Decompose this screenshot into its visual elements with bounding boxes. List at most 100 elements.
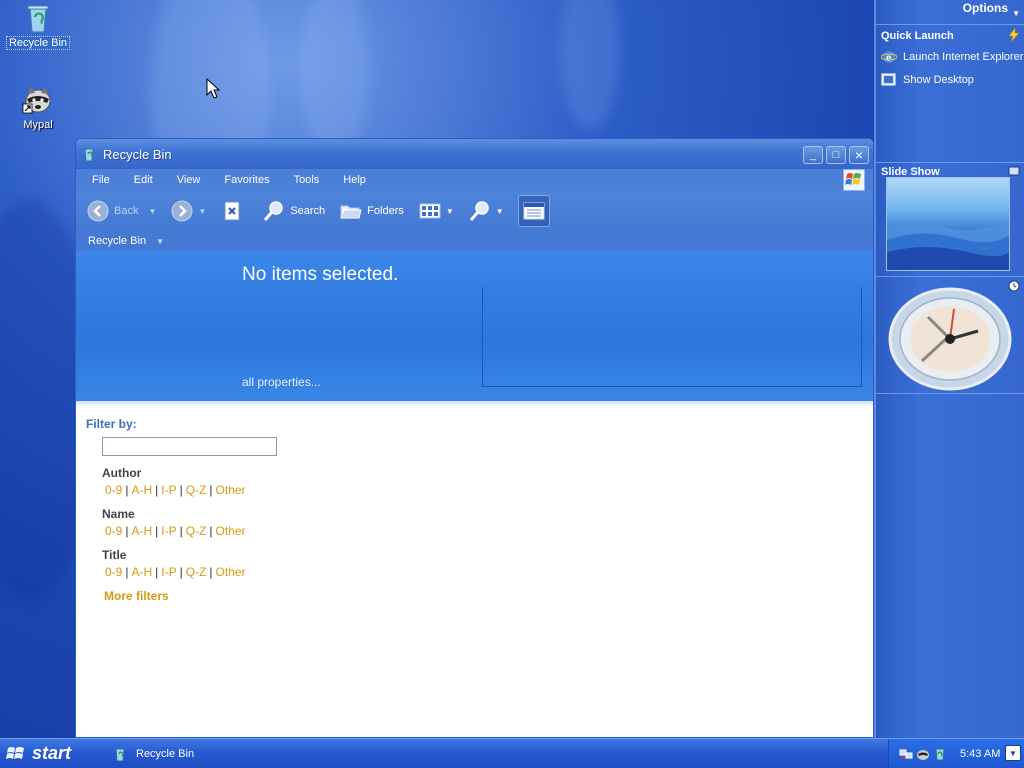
clock-section	[876, 276, 1024, 394]
filter-link[interactable]: 0-9	[102, 483, 125, 497]
menu-edit[interactable]: Edit	[134, 174, 153, 186]
folders-icon	[340, 205, 362, 219]
quick-launch-title: Quick Launch	[881, 30, 954, 42]
taskbar-item-label: Recycle Bin	[136, 747, 195, 760]
filter-link[interactable]: Other	[213, 524, 249, 538]
folders-button[interactable]: Folders	[339, 199, 404, 223]
filter-link[interactable]: I-P	[158, 565, 179, 579]
filter-link[interactable]: A-H	[128, 524, 155, 538]
menu-bar: File Edit View Favorites Tools Help	[76, 169, 873, 191]
details-pane: No items selected. all properties...	[76, 251, 873, 401]
folders-label: Folders	[367, 205, 404, 217]
selection-status: No items selected.	[242, 264, 399, 285]
magnifier-icon	[469, 201, 489, 221]
window-titlebar[interactable]: Recycle Bin _ □ ×	[76, 139, 873, 169]
filter-group-name: Name	[102, 507, 135, 521]
desktop-icon-label: Recycle Bin	[5, 36, 71, 50]
start-label: start	[32, 743, 72, 763]
back-button[interactable]: Back ▼	[86, 199, 156, 223]
raccoon-icon	[22, 87, 51, 114]
sidebar: Options ▼ Quick Launch e Launch Internet…	[874, 0, 1024, 738]
quick-launch-item-label: Show Desktop	[903, 74, 974, 86]
show-desktop-icon	[881, 73, 896, 86]
close-button[interactable]: ×	[849, 146, 869, 164]
tray-expand-button[interactable]: ▼	[1005, 745, 1021, 761]
details-pane-button[interactable]	[517, 195, 550, 227]
details-divider	[76, 401, 873, 407]
menu-tools[interactable]: Tools	[294, 174, 320, 186]
address-text: Recycle Bin	[88, 235, 147, 247]
forward-button[interactable]: ▼	[170, 199, 206, 223]
filter-link[interactable]: Other	[213, 483, 249, 497]
chevron-down-icon: ▼	[495, 206, 504, 216]
slideshow-menu-icon[interactable]	[1008, 165, 1020, 177]
views-grid-icon	[419, 203, 441, 219]
clock-time[interactable]: 5:43 AM	[960, 748, 1000, 760]
svg-text:e: e	[886, 53, 892, 64]
desktop-icon-mypal[interactable]: Mypal	[6, 84, 70, 131]
filter-input[interactable]	[102, 437, 277, 456]
filter-link[interactable]: Q-Z	[183, 524, 210, 538]
chevron-down-icon[interactable]: ▼	[156, 237, 164, 246]
zoom-button[interactable]: ▼	[468, 199, 504, 223]
quick-launch-item-show-desktop[interactable]: Show Desktop	[881, 72, 1024, 88]
filter-link[interactable]: Q-Z	[183, 565, 210, 579]
recycle-bin-icon	[27, 5, 49, 33]
raccoon-tray-icon[interactable]	[916, 747, 930, 761]
slideshow-section: Slide Show	[876, 162, 1024, 276]
recycle-bin-icon	[115, 748, 125, 761]
address-bar[interactable]: Recycle Bin ▼	[76, 231, 873, 251]
options-label: Options	[962, 1, 1008, 15]
all-properties-link[interactable]: all properties...	[242, 375, 321, 389]
search-label: Search	[290, 205, 326, 217]
menu-favorites[interactable]: Favorites	[224, 174, 269, 186]
windows-flag-icon	[6, 746, 24, 759]
quick-launch-item-label: Launch Internet Explorer	[903, 51, 1024, 63]
options-button[interactable]: Options ▼	[962, 1, 1020, 18]
mouse-cursor-icon	[206, 78, 221, 99]
window-title: Recycle Bin	[103, 146, 172, 162]
windows-flag-icon	[845, 173, 861, 185]
delete-button[interactable]	[220, 199, 248, 223]
delete-icon	[224, 201, 240, 221]
slideshow-image[interactable]	[886, 177, 1010, 271]
filter-link[interactable]: I-P	[158, 524, 179, 538]
minimize-button[interactable]: _	[803, 146, 823, 164]
filter-link[interactable]: 0-9	[102, 524, 125, 538]
windows-logo	[843, 169, 865, 191]
filter-group-author: Author 0-9 | A-H | I-P | Q-Z | Other	[102, 466, 277, 497]
system-tray: 5:43 AM ▼	[888, 739, 1024, 768]
menu-help[interactable]: Help	[343, 174, 366, 186]
filter-link[interactable]: A-H	[128, 483, 155, 497]
menu-file[interactable]: File	[92, 174, 110, 186]
start-button[interactable]: start	[0, 739, 78, 768]
filter-link[interactable]: I-P	[158, 483, 179, 497]
filter-link[interactable]: 0-9	[102, 565, 125, 579]
filter-link[interactable]: Other	[213, 565, 249, 579]
chevron-down-icon: ▼	[445, 206, 454, 216]
views-button[interactable]: ▼	[418, 199, 454, 223]
chevron-down-icon: ▼	[1009, 748, 1017, 758]
filter-link[interactable]: A-H	[128, 565, 155, 579]
network-icon[interactable]	[899, 747, 913, 761]
lightning-icon	[1008, 28, 1020, 42]
recycle-tray-icon[interactable]	[933, 747, 947, 761]
desktop-icon-recycle-bin[interactable]: Recycle Bin	[5, 2, 71, 50]
filter-group-name: Title	[102, 548, 127, 562]
forward-arrow-icon	[171, 200, 193, 222]
taskbar-item-recycle-bin[interactable]: Recycle Bin	[106, 741, 256, 766]
filter-link[interactable]: Q-Z	[183, 483, 210, 497]
maximize-icon: □	[832, 149, 840, 161]
quick-launch-item-ie[interactable]: e Launch Internet Explorer	[881, 49, 1024, 65]
desktop-icon-label: Mypal	[23, 119, 53, 131]
menu-view[interactable]: View	[177, 174, 201, 186]
maximize-button[interactable]: □	[826, 146, 846, 164]
recycle-bin-icon	[84, 148, 94, 162]
more-filters-link[interactable]: More filters	[104, 589, 277, 603]
back-arrow-icon	[87, 200, 109, 222]
close-icon: ×	[854, 147, 864, 163]
quick-launch-section: Quick Launch e Launch Internet Explorer …	[876, 24, 1024, 162]
explorer-window: Recycle Bin _ □ × File Edit View Favorit…	[75, 138, 874, 738]
search-button[interactable]: Search	[262, 199, 325, 223]
filter-title: Filter by:	[86, 417, 137, 431]
